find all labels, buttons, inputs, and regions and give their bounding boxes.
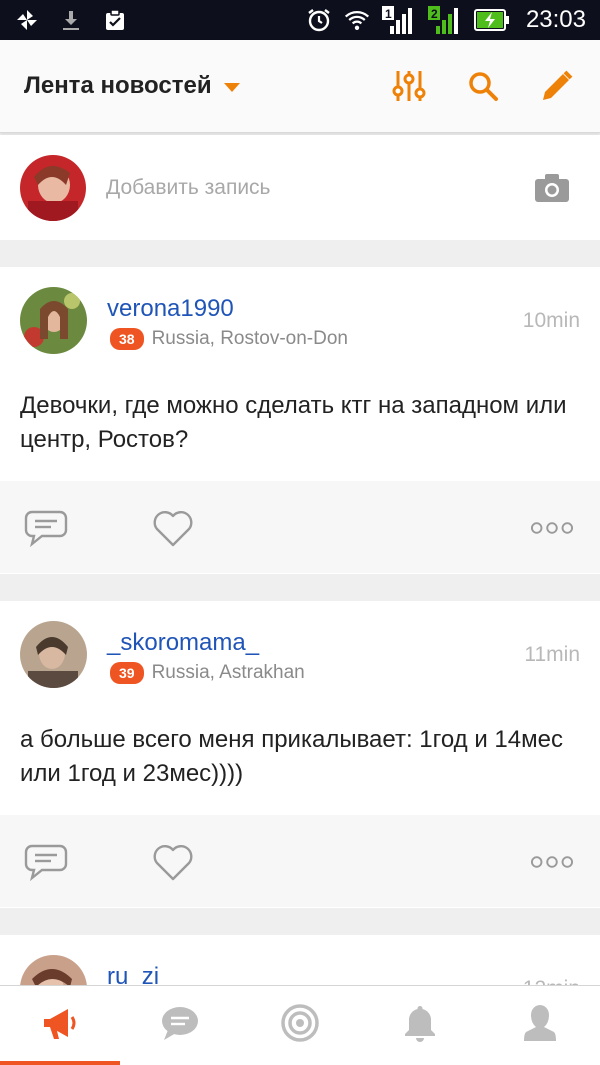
post-header: verona1990 38 Russia, Rostov-on-Don 10mi…: [0, 267, 600, 377]
post-author-link[interactable]: verona1990: [107, 295, 234, 323]
edit-pencil-icon[interactable]: [538, 67, 576, 105]
author-avatar[interactable]: [20, 621, 87, 688]
signal-sim1-icon: 1: [381, 6, 416, 34]
post-time: 11min: [524, 643, 580, 666]
post-location: Russia, Rostov-on-Don: [151, 328, 348, 349]
more-dots-icon[interactable]: [530, 506, 574, 550]
camera-icon[interactable]: [532, 168, 572, 208]
bottom-nav: [0, 985, 600, 1065]
compose-box[interactable]: Добавить запись: [0, 135, 600, 240]
bell-icon: [402, 1003, 438, 1048]
status-bar: 1 2 23:03: [0, 0, 600, 40]
nav-discover[interactable]: [240, 986, 360, 1065]
post-card: _skoromama_ 39 Russia, Astrakhan 11min а…: [0, 601, 600, 908]
profile-icon: [522, 1003, 558, 1048]
alarm-icon: [306, 7, 332, 33]
comment-icon[interactable]: [24, 840, 68, 884]
nav-notifications[interactable]: [360, 986, 480, 1065]
sim1-label: 1: [385, 7, 392, 21]
like-heart-icon[interactable]: [151, 840, 195, 884]
post-time: 10min: [522, 309, 580, 332]
add-post-input[interactable]: Добавить запись: [106, 176, 271, 200]
post-actions: [0, 481, 600, 573]
battery-charging-icon: [473, 7, 510, 33]
post-card: verona1990 38 Russia, Rostov-on-Don 10mi…: [0, 267, 600, 574]
nav-feed[interactable]: [0, 986, 120, 1065]
filter-sliders-icon[interactable]: [390, 67, 428, 105]
nav-messages[interactable]: [120, 986, 240, 1065]
age-badge: 39: [110, 662, 144, 684]
sim2-label: 2: [431, 7, 438, 21]
my-avatar[interactable]: [20, 154, 86, 221]
download-icon: [58, 7, 84, 33]
signal-sim2-icon: 2: [427, 6, 462, 34]
post-location: Russia, Astrakhan: [151, 662, 305, 683]
search-icon[interactable]: [464, 67, 502, 105]
target-icon: [280, 1003, 320, 1048]
post-card: ru_zi 12min: [0, 935, 600, 985]
clipboard-check-icon: [102, 7, 128, 33]
caret-down-icon[interactable]: [223, 82, 240, 92]
post-time: 12min: [523, 977, 580, 985]
like-heart-icon[interactable]: [151, 506, 195, 550]
post-text[interactable]: Девочки, где можно сделать ктг на западн…: [0, 377, 600, 481]
post-author-link[interactable]: _skoromama_: [107, 629, 259, 657]
status-time: 23:03: [525, 6, 586, 33]
pinwheel-icon: [14, 7, 40, 33]
post-author-link[interactable]: ru_zi: [107, 963, 159, 985]
comment-icon[interactable]: [24, 506, 68, 550]
post-text[interactable]: а больше всего меня прикалывает: 1год и …: [0, 711, 600, 815]
post-actions: [0, 815, 600, 907]
author-avatar[interactable]: [20, 287, 87, 354]
wifi-icon: [344, 7, 370, 33]
app-header: Лента новостей: [0, 40, 600, 133]
megaphone-icon: [40, 1003, 80, 1048]
post-header: ru_zi 12min: [0, 935, 600, 985]
nav-profile[interactable]: [480, 986, 600, 1065]
author-avatar[interactable]: [20, 955, 87, 985]
post-header: _skoromama_ 39 Russia, Astrakhan 11min: [0, 601, 600, 711]
more-dots-icon[interactable]: [530, 840, 574, 884]
page-title[interactable]: Лента новостей: [24, 72, 212, 100]
age-badge: 38: [110, 328, 144, 350]
chat-icon: [160, 1004, 200, 1047]
